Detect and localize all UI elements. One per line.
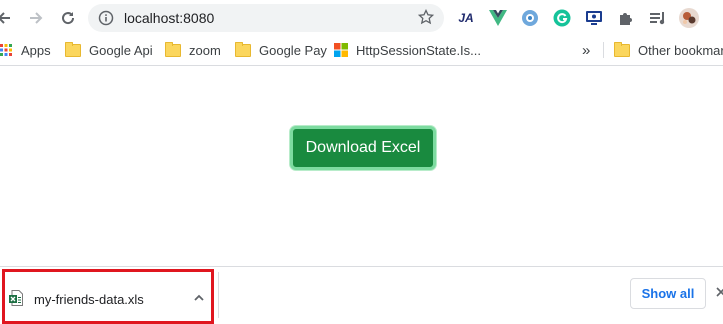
reload-icon — [62, 12, 75, 25]
grammarly-logo-icon — [553, 9, 571, 27]
media-control-button[interactable] — [648, 8, 668, 28]
show-all-button[interactable]: Show all — [630, 278, 706, 309]
puzzle-icon — [620, 13, 632, 25]
folder-icon — [614, 41, 630, 57]
overflow-chevron-icon: » — [582, 41, 591, 59]
download-item[interactable]: my-friends-data.xls — [2, 269, 214, 324]
download-shelf: my-friends-data.xls Show all — [0, 266, 723, 324]
bookmark-label: zoom — [189, 42, 221, 58]
folder-icon — [165, 41, 181, 57]
ja-extension-label: JA — [458, 11, 474, 25]
profile-avatar[interactable] — [679, 8, 699, 28]
browser-toolbar: localhost:8080 JA — [0, 0, 723, 36]
bookmark-google-pay[interactable]: Google Pay — [235, 41, 327, 59]
folder-icon — [235, 41, 251, 57]
playlist-icon — [650, 12, 665, 25]
download-file-name: my-friends-data.xls — [34, 292, 144, 307]
download-excel-button[interactable]: Download Excel — [290, 126, 436, 170]
address-bar[interactable]: localhost:8080 — [88, 4, 444, 32]
extensions-button[interactable] — [616, 8, 636, 28]
bookmark-label: Apps — [21, 42, 51, 58]
bookmarks-bar: Apps Google Api zoom Google Pay HttpSess… — [0, 36, 723, 66]
other-bookmarks-folder[interactable]: Other bookmarks — [614, 41, 723, 59]
ja-extension-icon[interactable]: JA — [456, 8, 476, 28]
screen-extension-icon[interactable] — [584, 8, 604, 28]
excel-file-icon — [9, 290, 23, 306]
back-button[interactable] — [0, 6, 16, 30]
grammarly-icon[interactable] — [552, 8, 572, 28]
circle-extension-icon — [522, 10, 538, 26]
apps-grid-icon — [0, 44, 12, 56]
bookmark-star-icon[interactable] — [418, 9, 434, 25]
avatar-icon — [679, 8, 699, 28]
back-arrow-icon — [0, 12, 10, 24]
bookmarks-separator — [603, 42, 604, 58]
bookmark-apps[interactable]: Apps — [0, 41, 51, 59]
vue-logo-icon — [489, 10, 507, 26]
bookmark-label: Other bookmarks — [638, 42, 723, 58]
info-icon[interactable] — [98, 10, 114, 26]
folder-icon — [65, 41, 81, 57]
download-item-divider — [218, 272, 219, 318]
bookmark-label: HttpSessionState.Is... — [356, 42, 482, 58]
microsoft-logo-icon — [334, 43, 348, 57]
bookmarks-overflow-button[interactable]: » — [582, 41, 590, 59]
url-text[interactable]: localhost:8080 — [124, 10, 214, 26]
forward-arrow-icon — [30, 12, 43, 24]
reload-button[interactable] — [56, 6, 80, 30]
blue-extension-icon[interactable] — [520, 8, 540, 28]
forward-button[interactable] — [24, 6, 48, 30]
bookmark-zoom[interactable]: zoom — [165, 41, 221, 59]
close-icon[interactable] — [716, 287, 723, 297]
bookmark-label: Google Api — [89, 42, 153, 58]
bookmark-label: Google Pay — [259, 42, 327, 58]
chevron-up-icon[interactable] — [193, 293, 205, 303]
monitor-icon — [586, 11, 602, 25]
vue-devtools-icon[interactable] — [488, 8, 508, 28]
bookmark-httpsessionstate[interactable]: HttpSessionState.Is... — [334, 41, 481, 59]
bookmark-google-api[interactable]: Google Api — [65, 41, 153, 59]
